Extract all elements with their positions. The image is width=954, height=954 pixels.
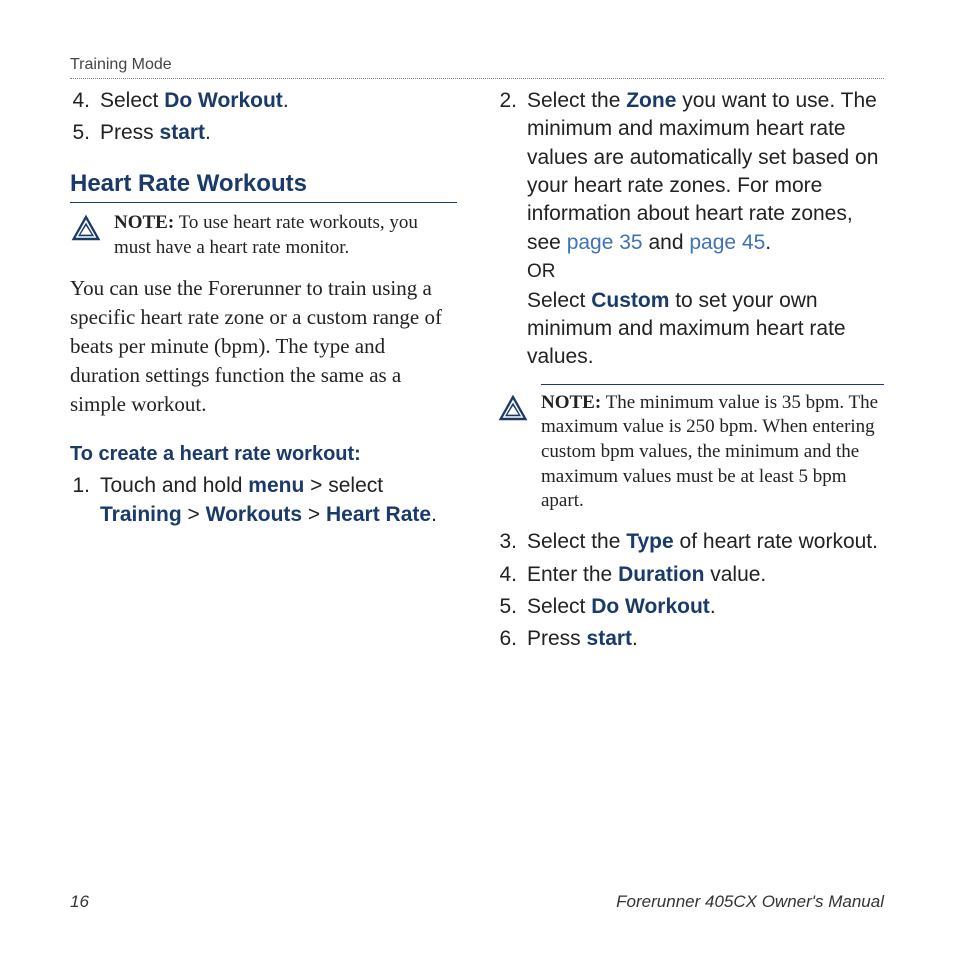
divider (541, 384, 884, 385)
ui-term: Do Workout (164, 89, 283, 112)
list-text: Select Do Workout. (527, 593, 884, 621)
note-label: NOTE: (114, 212, 174, 233)
text: Select (100, 89, 164, 112)
manual-title: Forerunner 405CX Owner's Manual (616, 892, 884, 912)
left-column: 4. Select Do Workout. 5. Press start. He… (70, 87, 457, 658)
list-number: 4. (70, 87, 100, 115)
text: > (302, 503, 326, 526)
text: Select (527, 289, 591, 312)
ui-term: menu (248, 474, 304, 497)
ui-term: start (160, 121, 206, 144)
text: value. (704, 563, 766, 586)
text: . (431, 503, 437, 526)
right-column: 2. Select the Zone you want to use. The … (497, 87, 884, 658)
note-label: NOTE: (541, 392, 601, 413)
text: . (710, 595, 716, 618)
list-text: Select the Type of heart rate workout. (527, 528, 884, 556)
ui-term: Zone (626, 89, 676, 112)
text: . (205, 121, 211, 144)
text: . (283, 89, 289, 112)
ui-term: Do Workout (591, 595, 710, 618)
list-item: 3. Select the Type of heart rate workout… (497, 528, 884, 556)
list-text: Press start. (100, 119, 457, 147)
steps-list: 1. Touch and hold menu > select Training… (70, 472, 457, 529)
warning-icon (497, 393, 529, 425)
list-number: 6. (497, 625, 527, 653)
text: you want to use. The minimum and maximum… (527, 89, 878, 254)
list-number: 1. (70, 472, 100, 529)
list-text: Select the Zone you want to use. The min… (527, 87, 884, 372)
text: Select (527, 595, 591, 618)
ui-term: Custom (591, 289, 669, 312)
list-item: 4. Select Do Workout. (70, 87, 457, 115)
warning-icon (70, 213, 102, 245)
alt-option: Select Custom to set your own minimum an… (527, 287, 884, 372)
ui-term: Training (100, 503, 182, 526)
ui-term: Duration (618, 563, 704, 586)
text: > (182, 503, 206, 526)
list-item: 5. Select Do Workout. (497, 593, 884, 621)
list-text: Press start. (527, 625, 884, 653)
list-item: 6. Press start. (497, 625, 884, 653)
ui-term: start (587, 627, 633, 650)
page-footer: 16 Forerunner 405CX Owner's Manual (70, 892, 884, 912)
text: Select the (527, 89, 626, 112)
body-paragraph: You can use the Forerunner to train usin… (70, 274, 457, 419)
text: Enter the (527, 563, 618, 586)
note-block: NOTE: To use heart rate workouts, you mu… (70, 211, 457, 260)
note-block: NOTE: The minimum value is 35 bpm. The m… (497, 391, 884, 514)
list-item: 1. Touch and hold menu > select Training… (70, 472, 457, 529)
text: . (632, 627, 638, 650)
page-link[interactable]: page 45 (689, 231, 765, 254)
section-header: Training Mode (70, 56, 884, 79)
subheading-create-hr-workout: To create a heart rate workout: (70, 441, 457, 468)
note-text: NOTE: To use heart rate workouts, you mu… (114, 211, 457, 260)
text: Touch and hold (100, 474, 248, 497)
steps-list-rest: 3. Select the Type of heart rate workout… (497, 528, 884, 653)
list-item: 2. Select the Zone you want to use. The … (497, 87, 884, 372)
list-number: 4. (497, 561, 527, 589)
list-continue: 4. Select Do Workout. 5. Press start. (70, 87, 457, 148)
note-text: NOTE: The minimum value is 35 bpm. The m… (541, 391, 884, 514)
list-item: 4. Enter the Duration value. (497, 561, 884, 589)
page-link[interactable]: page 35 (567, 231, 643, 254)
text: > select (304, 474, 383, 497)
text: . (765, 231, 771, 254)
text: of heart rate workout. (674, 530, 878, 553)
ui-term: Type (626, 530, 673, 553)
list-number: 5. (497, 593, 527, 621)
text: and (643, 231, 690, 254)
or-separator: OR (527, 259, 884, 285)
steps-list-continued: 2. Select the Zone you want to use. The … (497, 87, 884, 372)
page-number: 16 (70, 892, 89, 912)
heading-heart-rate-workouts: Heart Rate Workouts (70, 168, 457, 203)
list-text: Touch and hold menu > select Training > … (100, 472, 457, 529)
ui-term: Workouts (206, 503, 302, 526)
list-text: Select Do Workout. (100, 87, 457, 115)
list-number: 3. (497, 528, 527, 556)
text: Select the (527, 530, 626, 553)
ui-term: Heart Rate (326, 503, 431, 526)
list-text: Enter the Duration value. (527, 561, 884, 589)
list-number: 2. (497, 87, 527, 372)
list-item: 5. Press start. (70, 119, 457, 147)
list-number: 5. (70, 119, 100, 147)
text: Press (527, 627, 587, 650)
text: Press (100, 121, 160, 144)
